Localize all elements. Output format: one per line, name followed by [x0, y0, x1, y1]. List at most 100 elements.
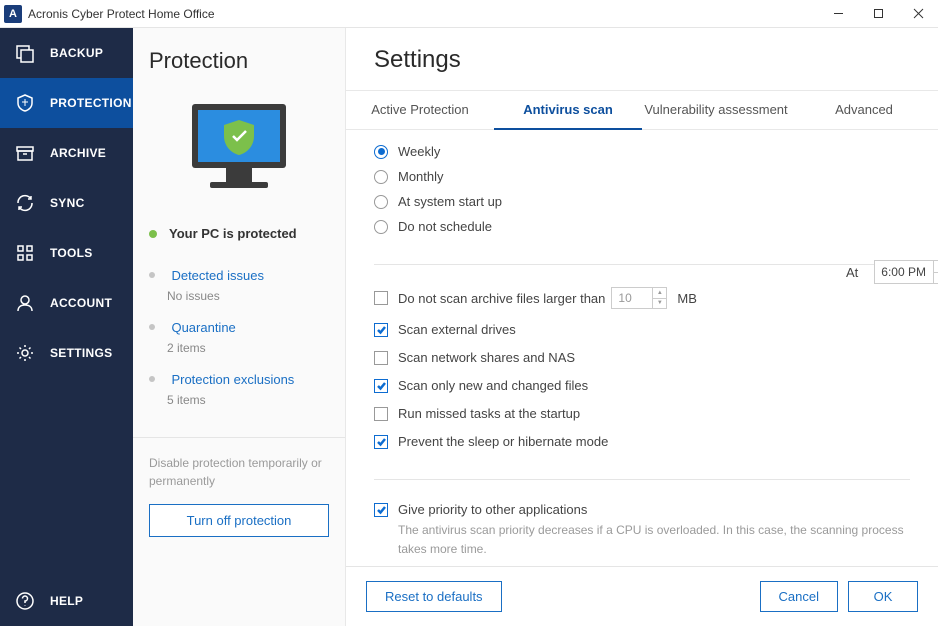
- sidebar-item-backup[interactable]: BACKUP: [0, 28, 133, 78]
- checkbox-icon: [374, 503, 388, 517]
- tab-antivirus-scan[interactable]: Antivirus scan: [494, 91, 642, 130]
- cancel-button[interactable]: Cancel: [760, 581, 838, 612]
- radio-label: At system start up: [398, 194, 502, 209]
- chevron-up-icon[interactable]: ▲: [934, 261, 938, 273]
- app-title: Acronis Cyber Protect Home Office: [28, 7, 818, 21]
- check-scan-network[interactable]: Scan network shares and NAS: [374, 350, 910, 365]
- sidebar-item-label: TOOLS: [50, 246, 93, 260]
- checkbox-icon: [374, 435, 388, 449]
- radio-icon: [374, 145, 388, 159]
- turn-off-button[interactable]: Turn off protection: [149, 504, 329, 537]
- sidebar-item-help[interactable]: HELP: [0, 576, 133, 626]
- sidebar-item-label: ACCOUNT: [50, 296, 112, 310]
- settings-footer: Reset to defaults Cancel OK: [346, 566, 938, 626]
- sidebar-item-label: SYNC: [50, 196, 85, 210]
- checkbox-label: Scan only new and changed files: [398, 378, 588, 393]
- minimize-button[interactable]: [818, 0, 858, 28]
- sidebar-item-label: SETTINGS: [50, 346, 112, 360]
- tab-active-protection[interactable]: Active Protection: [346, 91, 494, 129]
- detected-issues-sub: No issues: [167, 289, 329, 303]
- app-logo: A: [4, 5, 22, 23]
- check-run-missed[interactable]: Run missed tasks at the startup: [374, 406, 910, 421]
- archive-spinner[interactable]: ▲▼: [653, 287, 667, 309]
- chevron-up-icon[interactable]: ▲: [653, 288, 666, 299]
- checkbox-label: Run missed tasks at the startup: [398, 406, 580, 421]
- status-dot-icon: [149, 230, 157, 238]
- tools-icon: [14, 242, 36, 264]
- mb-label: MB: [677, 291, 697, 306]
- titlebar: A Acronis Cyber Protect Home Office: [0, 0, 938, 28]
- reset-defaults-button[interactable]: Reset to defaults: [366, 581, 502, 612]
- checkbox-icon: [374, 407, 388, 421]
- shield-icon: [14, 92, 36, 114]
- sidebar-item-account[interactable]: ACCOUNT: [0, 278, 133, 328]
- radio-label: Monthly: [398, 169, 444, 184]
- gear-icon: [14, 342, 36, 364]
- backup-icon: [14, 42, 36, 64]
- sidebar-item-label: PROTECTION: [50, 96, 132, 110]
- panel-title: Protection: [133, 48, 345, 74]
- chevron-down-icon[interactable]: ▼: [653, 299, 666, 309]
- checkbox-icon: [374, 351, 388, 365]
- exclusions-link[interactable]: Protection exclusions: [171, 372, 294, 387]
- checkbox-icon: [374, 291, 388, 305]
- bullet-icon: [149, 272, 155, 278]
- check-archive-size[interactable]: Do not scan archive files larger than ▲▼…: [374, 287, 910, 309]
- radio-noschedule[interactable]: Do not schedule: [374, 219, 910, 234]
- sidebar-item-label: ARCHIVE: [50, 146, 106, 160]
- settings-title: Settings: [346, 28, 938, 90]
- help-icon: [14, 590, 36, 612]
- radio-startup[interactable]: At system start up: [374, 194, 910, 209]
- archive-icon: [14, 142, 36, 164]
- radio-icon: [374, 170, 388, 184]
- exclusions-sub: 5 items: [167, 393, 329, 407]
- settings-tabs: Active Protection Antivirus scan Vulnera…: [346, 90, 938, 130]
- sidebar-item-archive[interactable]: ARCHIVE: [0, 128, 133, 178]
- time-spinner[interactable]: ▲▼: [934, 260, 938, 284]
- sidebar-item-label: BACKUP: [50, 46, 103, 60]
- sidebar: BACKUP PROTECTION ARCHIVE SYNC TOOLS ACC…: [0, 28, 133, 626]
- bullet-icon: [149, 324, 155, 330]
- sidebar-item-sync[interactable]: SYNC: [0, 178, 133, 228]
- radio-icon: [374, 220, 388, 234]
- radio-monthly[interactable]: Monthly: [374, 169, 910, 184]
- at-label: At: [846, 265, 858, 280]
- sidebar-item-tools[interactable]: TOOLS: [0, 228, 133, 278]
- maximize-button[interactable]: [858, 0, 898, 28]
- radio-label: Weekly: [398, 144, 440, 159]
- checkbox-label: Prevent the sleep or hibernate mode: [398, 434, 608, 449]
- checkbox-icon: [374, 379, 388, 393]
- bullet-icon: [149, 376, 155, 382]
- sync-icon: [14, 192, 36, 214]
- sidebar-item-label: HELP: [50, 594, 83, 608]
- quarantine-link[interactable]: Quarantine: [171, 320, 235, 335]
- checkbox-label: Do not scan archive files larger than: [398, 291, 605, 306]
- time-input[interactable]: [874, 260, 934, 284]
- protection-panel: Protection Your PC is protected Detected…: [133, 28, 346, 626]
- checkbox-label: Scan network shares and NAS: [398, 350, 575, 365]
- close-button[interactable]: [898, 0, 938, 28]
- radio-weekly[interactable]: Weekly: [374, 144, 910, 159]
- disable-note: Disable protection temporarily or perman…: [133, 454, 345, 504]
- ok-button[interactable]: OK: [848, 581, 918, 612]
- settings-panel: Settings Active Protection Antivirus sca…: [346, 28, 938, 626]
- check-priority[interactable]: Give priority to other applications: [374, 502, 910, 517]
- check-prevent-sleep[interactable]: Prevent the sleep or hibernate mode: [374, 434, 910, 449]
- tab-advanced[interactable]: Advanced: [790, 91, 938, 129]
- radio-label: Do not schedule: [398, 219, 492, 234]
- status-text: Your PC is protected: [169, 226, 297, 241]
- sidebar-item-protection[interactable]: PROTECTION: [0, 78, 133, 128]
- detected-issues-link[interactable]: Detected issues: [171, 268, 264, 283]
- quarantine-sub: 2 items: [167, 341, 329, 355]
- chevron-down-icon[interactable]: ▼: [934, 273, 938, 284]
- radio-icon: [374, 195, 388, 209]
- tab-vulnerability[interactable]: Vulnerability assessment: [642, 91, 790, 129]
- monitor-illustration: [184, 98, 294, 198]
- check-scan-new[interactable]: Scan only new and changed files: [374, 378, 910, 393]
- checkbox-icon: [374, 323, 388, 337]
- archive-size-input[interactable]: [611, 287, 653, 309]
- check-scan-external[interactable]: Scan external drives: [374, 322, 910, 337]
- account-icon: [14, 292, 36, 314]
- sidebar-item-settings[interactable]: SETTINGS: [0, 328, 133, 378]
- priority-hint: The antivirus scan priority decreases if…: [398, 521, 910, 559]
